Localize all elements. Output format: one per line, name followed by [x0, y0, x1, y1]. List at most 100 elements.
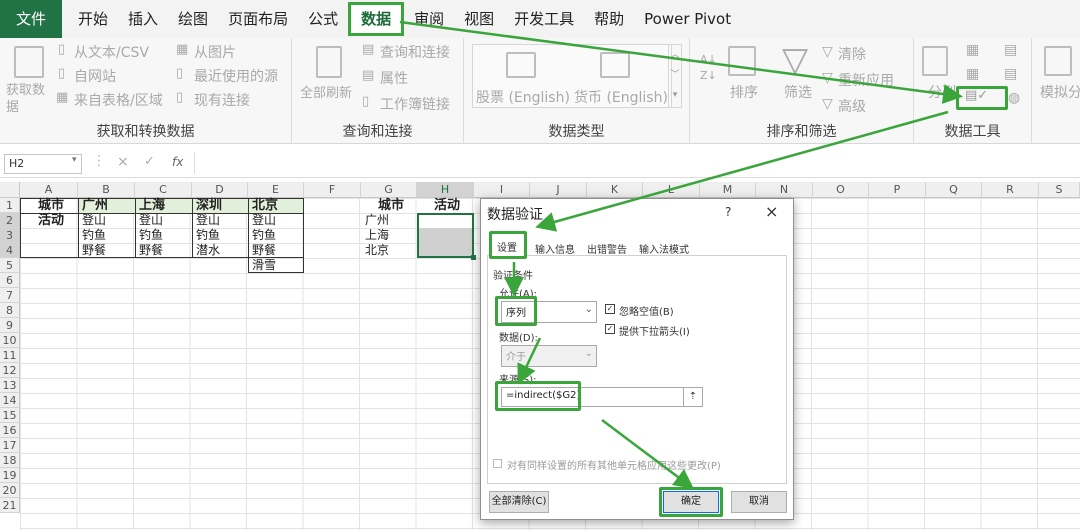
fill-handle[interactable]: [471, 255, 476, 260]
tab-power-pivot[interactable]: Power Pivot: [634, 0, 741, 38]
advanced-button[interactable]: 高级: [838, 96, 866, 116]
gallery-scroll[interactable]: ︿ ﹀ ▾: [668, 44, 682, 108]
cell-e2[interactable]: 登山: [250, 213, 276, 228]
data-model-icon[interactable]: ◍: [1008, 90, 1020, 106]
cell-b3[interactable]: 钓鱼: [80, 228, 106, 243]
row-header[interactable]: 21: [0, 498, 20, 513]
sort-az-icon[interactable]: A↓ Z↓: [700, 52, 717, 84]
cell-d3[interactable]: 钓鱼: [194, 228, 220, 243]
recent-sources-button[interactable]: 最近使用的源: [194, 66, 278, 86]
tab-file[interactable]: 文件: [0, 0, 63, 38]
cell-e3[interactable]: 钓鱼: [250, 228, 276, 243]
row-header[interactable]: 15: [0, 408, 20, 423]
column-header[interactable]: C: [135, 182, 192, 198]
cell-a1[interactable]: 城市: [36, 198, 64, 213]
help-icon[interactable]: ?: [725, 205, 731, 219]
column-header[interactable]: O: [813, 182, 869, 198]
cell-g1[interactable]: 城市: [376, 198, 404, 213]
row-header[interactable]: 3: [0, 228, 20, 243]
clear-all-button[interactable]: 全部清除(C): [489, 491, 549, 513]
name-box[interactable]: H2: [4, 154, 82, 174]
row-header[interactable]: 6: [0, 273, 20, 288]
column-header[interactable]: P: [869, 182, 926, 198]
row-header[interactable]: 4: [0, 243, 20, 258]
row-header[interactable]: 9: [0, 318, 20, 333]
active-cell-h2[interactable]: [419, 215, 472, 228]
tab-developer[interactable]: 开发工具: [504, 0, 584, 38]
flash-fill-icon[interactable]: ▦: [966, 42, 979, 58]
row-header[interactable]: 2: [0, 213, 20, 228]
cell-a2[interactable]: 活动: [36, 213, 64, 228]
tab-settings[interactable]: 设置: [489, 231, 527, 259]
column-header[interactable]: R: [982, 182, 1039, 198]
refresh-all-button[interactable]: 全部刷新: [300, 82, 352, 101]
tab-view[interactable]: 视图: [454, 0, 504, 38]
column-header[interactable]: M: [700, 182, 756, 198]
from-picture-button[interactable]: 从图片: [194, 42, 236, 62]
column-header[interactable]: K: [587, 182, 643, 198]
column-header[interactable]: D: [192, 182, 248, 198]
column-header[interactable]: N: [756, 182, 813, 198]
collapse-dialog-icon[interactable]: ⇡: [683, 387, 703, 407]
cell-e5[interactable]: 滑雪: [250, 258, 276, 273]
column-header[interactable]: L: [643, 182, 700, 198]
dropdown-checkbox[interactable]: ✓: [605, 324, 615, 334]
data-select[interactable]: 介于 ⌄: [501, 345, 597, 367]
tab-data[interactable]: 数据: [348, 2, 405, 36]
cell-b2[interactable]: 登山: [80, 213, 106, 228]
data-validation-button[interactable]: ▤✓: [956, 86, 1008, 110]
properties-button[interactable]: 属性: [380, 68, 408, 88]
cell-c3[interactable]: 钓鱼: [137, 228, 163, 243]
close-icon[interactable]: ×: [765, 202, 778, 221]
row-header[interactable]: 5: [0, 258, 20, 273]
from-text-csv-button[interactable]: 从文本/CSV: [74, 42, 149, 62]
cell-c4[interactable]: 野餐: [137, 243, 163, 258]
column-header[interactable]: B: [78, 182, 135, 198]
tab-ime-mode[interactable]: 输入法模式: [639, 241, 689, 256]
row-header[interactable]: 8: [0, 303, 20, 318]
cell-e1[interactable]: 北京: [250, 198, 278, 213]
cell-g4[interactable]: 北京: [363, 243, 389, 258]
cell-c1[interactable]: 上海: [137, 198, 165, 213]
cell-d1[interactable]: 深圳: [194, 198, 222, 213]
row-header[interactable]: 11: [0, 348, 20, 363]
formula-input[interactable]: [194, 152, 1076, 174]
row-header[interactable]: 19: [0, 468, 20, 483]
confirm-icon[interactable]: ✓: [144, 154, 155, 169]
cell-g2[interactable]: 广州: [363, 213, 389, 228]
relationships-icon[interactable]: ▤: [1004, 66, 1017, 82]
cell-c2[interactable]: 登山: [137, 213, 163, 228]
tab-page-layout[interactable]: 页面布局: [218, 0, 298, 38]
currency-button[interactable]: 货币 (English): [574, 87, 668, 107]
column-header[interactable]: F: [304, 182, 361, 198]
row-header[interactable]: 13: [0, 378, 20, 393]
tab-error-alert[interactable]: 出错警告: [587, 241, 627, 256]
ignore-blank-checkbox[interactable]: ✓: [605, 304, 615, 314]
cancel-icon[interactable]: ×: [117, 154, 129, 170]
tab-help[interactable]: 帮助: [584, 0, 634, 38]
filter-button[interactable]: 筛选: [784, 82, 812, 102]
row-header[interactable]: 10: [0, 333, 20, 348]
from-web-button[interactable]: 自网站: [74, 66, 116, 86]
column-header[interactable]: E: [248, 182, 304, 198]
cell-b4[interactable]: 野餐: [80, 243, 106, 258]
tab-insert[interactable]: 插入: [118, 0, 168, 38]
column-header[interactable]: A: [20, 182, 78, 198]
row-header[interactable]: 20: [0, 483, 20, 498]
column-header[interactable]: I: [474, 182, 530, 198]
queries-connections-button[interactable]: 查询和连接: [380, 42, 450, 62]
row-header[interactable]: 12: [0, 363, 20, 378]
clear-button[interactable]: 清除: [838, 44, 866, 64]
cell-d2[interactable]: 登山: [194, 213, 220, 228]
stocks-button[interactable]: 股票 (English): [476, 87, 570, 107]
from-table-button[interactable]: 来自表格/区域: [74, 90, 163, 110]
reapply-button[interactable]: 重新应用: [838, 70, 894, 90]
consolidate-icon[interactable]: ▤: [1004, 42, 1017, 58]
tab-draw[interactable]: 绘图: [168, 0, 218, 38]
row-header[interactable]: 14: [0, 393, 20, 408]
remove-duplicates-icon[interactable]: ▦: [966, 66, 979, 82]
column-header[interactable]: Q: [926, 182, 982, 198]
column-header[interactable]: H: [417, 182, 474, 198]
row-header[interactable]: 7: [0, 288, 20, 303]
cell-h1[interactable]: 活动: [432, 198, 460, 213]
